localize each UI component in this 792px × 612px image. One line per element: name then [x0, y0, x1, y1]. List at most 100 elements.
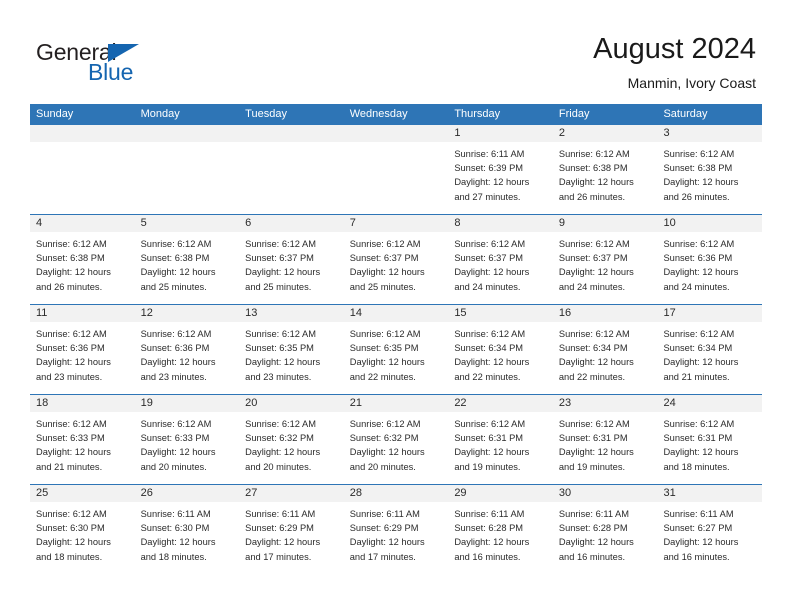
day-cell[interactable]: 19 Sunrise: 6:12 AM Sunset: 6:33 PM Dayligh… — [134, 395, 240, 484]
daylight-text-line1: Daylight: 12 hours — [245, 447, 321, 458]
day-cell[interactable]: 30 Sunrise: 6:11 AM Sunset: 6:28 PM Dayligh… — [552, 485, 658, 574]
sunset-text: Sunset: 6:37 PM — [349, 253, 419, 264]
day-number: 26 — [134, 485, 240, 502]
day-number: 27 — [239, 485, 344, 502]
day-cell[interactable]: 22 Sunrise: 6:12 AM Sunset: 6:31 PM Dayligh… — [448, 395, 553, 484]
day-details: Sunrise: 6:11 AM Sunset: 6:39 PM Daylight:… — [448, 142, 553, 204]
day-cell[interactable]: 9 Sunrise: 6:12 AM Sunset: 6:37 PM Daylight… — [552, 215, 658, 304]
day-cell[interactable]: 14 Sunrise: 6:12 AM Sunset: 6:35 PM Dayligh… — [343, 305, 449, 394]
week-row: 18 Sunrise: 6:12 AM Sunset: 6:33 PM Dayligh… — [30, 394, 763, 484]
sunrise-text: Sunrise: 6:11 AM — [663, 509, 734, 519]
day-cell[interactable]: 23 Sunrise: 6:12 AM Sunset: 6:31 PM Dayligh… — [552, 395, 658, 484]
daylight-text-line2: and 25 minutes. — [349, 281, 416, 292]
daylight-text-line2: and 22 minutes. — [454, 371, 521, 382]
general-blue-logo: General Blue — [36, 40, 236, 88]
sunrise-text: Sunrise: 6:11 AM — [454, 149, 525, 159]
sunset-text: Sunset: 6:38 PM — [663, 163, 733, 174]
day-cell[interactable]: 17 Sunrise: 6:12 AM Sunset: 6:34 PM Dayligh… — [657, 305, 763, 394]
sunset-text: Sunset: 6:38 PM — [558, 163, 628, 174]
day-cell[interactable]: 28 Sunrise: 6:11 AM Sunset: 6:29 PM Dayligh… — [343, 485, 449, 574]
daylight-text-line2: and 24 minutes. — [558, 281, 626, 292]
daylight-text-line1: Daylight: 12 hours — [454, 447, 530, 458]
page-title: August 2024 — [593, 33, 756, 65]
day-number: 11 — [30, 305, 135, 322]
daylight-text-line2: and 25 minutes. — [140, 281, 207, 292]
day-cell[interactable]: 29 Sunrise: 6:11 AM Sunset: 6:28 PM Dayligh… — [448, 485, 553, 574]
day-cell[interactable]: 8 Sunrise: 6:12 AM Sunset: 6:37 PM Daylight… — [448, 215, 553, 304]
day-cell[interactable]: 27 Sunrise: 6:11 AM Sunset: 6:29 PM Dayligh… — [239, 485, 344, 574]
sunrise-text: Sunrise: 6:12 AM — [558, 239, 630, 249]
day-number: 1 — [448, 125, 553, 142]
sunset-text: Sunset: 6:30 PM — [140, 523, 210, 534]
day-cell[interactable]: 20 Sunrise: 6:12 AM Sunset: 6:32 PM Dayligh… — [239, 395, 344, 484]
sunset-text: Sunset: 6:31 PM — [558, 433, 628, 444]
sunset-text: Sunset: 6:33 PM — [36, 433, 105, 444]
day-details: Sunrise: 6:12 AM Sunset: 6:30 PM Daylight:… — [30, 502, 135, 564]
sunrise-text: Sunrise: 6:11 AM — [245, 509, 316, 519]
day-cell[interactable]: 3 Sunrise: 6:12 AM Sunset: 6:38 PM Daylight… — [657, 125, 763, 214]
week-row: 11 Sunrise: 6:12 AM Sunset: 6:36 PM Dayligh… — [30, 304, 763, 394]
sunset-text: Sunset: 6:31 PM — [663, 433, 733, 444]
daylight-text-line1: Daylight: 12 hours — [663, 177, 739, 188]
sunset-text: Sunset: 6:29 PM — [245, 523, 314, 534]
sunrise-text: Sunrise: 6:11 AM — [454, 509, 525, 519]
day-cell[interactable]: 25 Sunrise: 6:12 AM Sunset: 6:30 PM Dayligh… — [30, 485, 135, 574]
day-cell[interactable]: 11 Sunrise: 6:12 AM Sunset: 6:36 PM Dayligh… — [30, 305, 135, 394]
daylight-text-line1: Daylight: 12 hours — [36, 537, 111, 548]
daylight-text-line1: Daylight: 12 hours — [349, 267, 425, 278]
sunrise-text: Sunrise: 6:12 AM — [454, 419, 526, 429]
day-cell[interactable]: 7 Sunrise: 6:12 AM Sunset: 6:37 PM Daylight… — [343, 215, 449, 304]
daylight-text-line2: and 16 minutes. — [454, 551, 521, 562]
day-cell[interactable]: 24 Sunrise: 6:12 AM Sunset: 6:31 PM Dayligh… — [657, 395, 763, 484]
daylight-text-line1: Daylight: 12 hours — [245, 537, 321, 548]
day-number: 18 — [30, 395, 135, 412]
daylight-text-line1: Daylight: 12 hours — [140, 357, 216, 368]
day-cell[interactable]: 2 Sunrise: 6:12 AM Sunset: 6:38 PM Daylight… — [552, 125, 658, 214]
daylight-text-line2: and 17 minutes. — [245, 551, 312, 562]
sunset-text: Sunset: 6:38 PM — [140, 253, 210, 264]
sunset-text: Sunset: 6:29 PM — [349, 523, 419, 534]
sunset-text: Sunset: 6:32 PM — [245, 433, 314, 444]
sunrise-text: Sunrise: 6:11 AM — [349, 509, 420, 519]
day-cell[interactable]: 1 Sunrise: 6:11 AM Sunset: 6:39 PM Daylight… — [448, 125, 553, 214]
sunrise-text: Sunrise: 6:12 AM — [36, 329, 107, 339]
sunrise-text: Sunrise: 6:12 AM — [663, 239, 735, 249]
day-cell[interactable]: 26 Sunrise: 6:11 AM Sunset: 6:30 PM Dayligh… — [134, 485, 240, 574]
sunset-text: Sunset: 6:32 PM — [349, 433, 419, 444]
day-number: 17 — [657, 305, 763, 322]
daylight-text-line1: Daylight: 12 hours — [349, 357, 425, 368]
day-cell[interactable]: 15 Sunrise: 6:12 AM Sunset: 6:34 PM Dayligh… — [448, 305, 553, 394]
sunset-text: Sunset: 6:37 PM — [245, 253, 314, 264]
sunset-text: Sunset: 6:35 PM — [349, 343, 419, 354]
day-details: Sunrise: 6:11 AM Sunset: 6:29 PM Daylight:… — [344, 502, 449, 564]
daylight-text-line1: Daylight: 12 hours — [454, 357, 530, 368]
day-cell[interactable]: 4 Sunrise: 6:12 AM Sunset: 6:38 PM Daylight… — [30, 215, 135, 304]
calendar-grid: Sunday Monday Tuesday Wednesday Thursday… — [30, 104, 763, 574]
day-cell[interactable]: 18 Sunrise: 6:12 AM Sunset: 6:33 PM Dayligh… — [30, 395, 135, 484]
day-cell[interactable]: 5 Sunrise: 6:12 AM Sunset: 6:38 PM Daylight… — [134, 215, 240, 304]
sunset-text: Sunset: 6:35 PM — [245, 343, 314, 354]
day-cell[interactable]: 10 Sunrise: 6:12 AM Sunset: 6:36 PM Dayligh… — [657, 215, 763, 304]
sunset-text: Sunset: 6:36 PM — [36, 343, 105, 354]
day-details: Sunrise: 6:12 AM Sunset: 6:31 PM Daylight:… — [553, 412, 658, 474]
day-number: 25 — [30, 485, 135, 502]
sunset-text: Sunset: 6:36 PM — [140, 343, 210, 354]
day-cell[interactable]: 16 Sunrise: 6:12 AM Sunset: 6:34 PM Dayligh… — [552, 305, 658, 394]
daylight-text-line1: Daylight: 12 hours — [245, 267, 321, 278]
day-number: 3 — [657, 125, 763, 142]
day-number: 13 — [239, 305, 344, 322]
day-details: Sunrise: 6:12 AM Sunset: 6:38 PM Daylight:… — [657, 142, 762, 204]
day-details: Sunrise: 6:12 AM Sunset: 6:38 PM Daylight:… — [553, 142, 658, 204]
sunset-text: Sunset: 6:33 PM — [140, 433, 210, 444]
day-details: Sunrise: 6:12 AM Sunset: 6:37 PM Daylight:… — [553, 232, 658, 294]
daylight-text-line2: and 23 minutes. — [36, 371, 103, 382]
day-cell[interactable]: 12 Sunrise: 6:12 AM Sunset: 6:36 PM Dayligh… — [134, 305, 240, 394]
day-cell[interactable]: 31 Sunrise: 6:11 AM Sunset: 6:27 PM Dayligh… — [657, 485, 763, 574]
daylight-text-line2: and 23 minutes. — [140, 371, 207, 382]
day-cell[interactable]: 6 Sunrise: 6:12 AM Sunset: 6:37 PM Daylight… — [239, 215, 344, 304]
day-cell[interactable]: 21 Sunrise: 6:12 AM Sunset: 6:32 PM Dayligh… — [343, 395, 449, 484]
day-number: 22 — [448, 395, 553, 412]
day-cell[interactable]: 13 Sunrise: 6:12 AM Sunset: 6:35 PM Dayligh… — [239, 305, 344, 394]
sunrise-text: Sunrise: 6:12 AM — [558, 419, 630, 429]
day-details: Sunrise: 6:11 AM Sunset: 6:28 PM Daylight:… — [448, 502, 553, 564]
